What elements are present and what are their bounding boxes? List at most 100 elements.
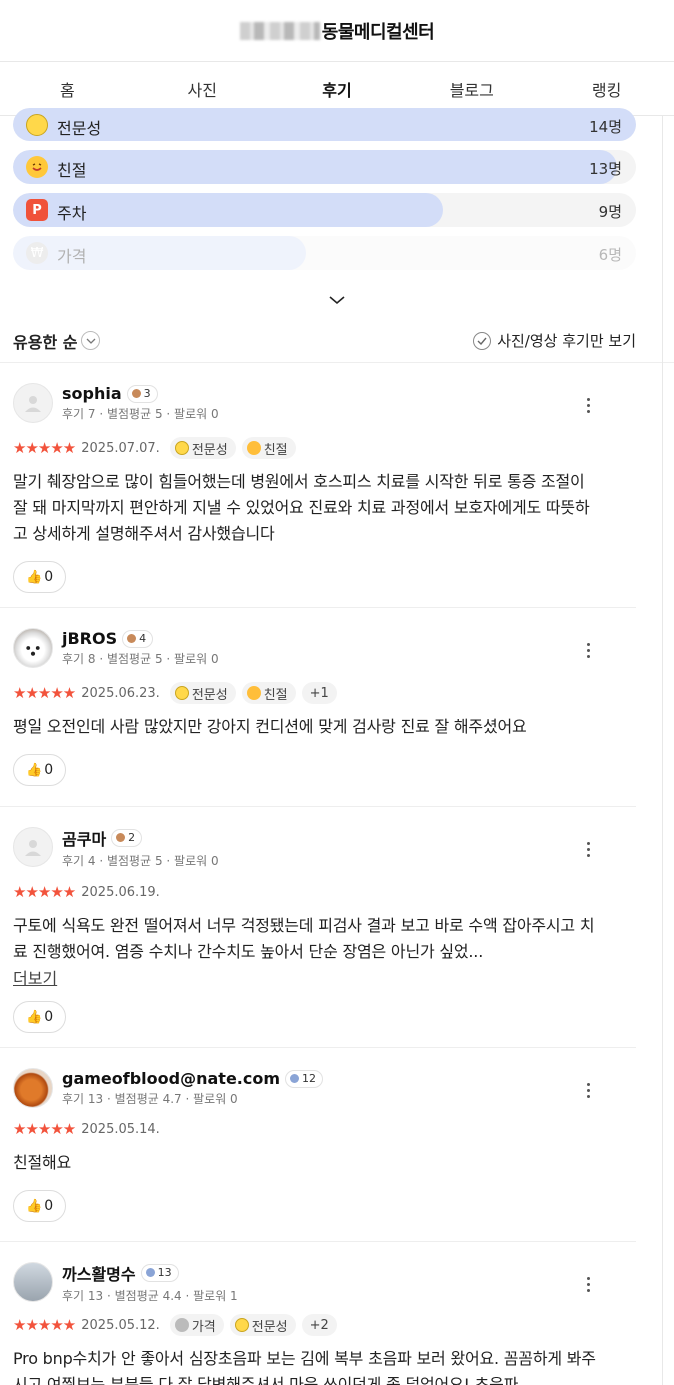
review-author[interactable]: gameofblood@nate.com 12 후기 13 · 별점평균 4.7… (13, 1068, 598, 1108)
reviewer-name[interactable]: gameofblood@nate.com (62, 1069, 280, 1088)
thumbs-up-icon: 👍 (26, 1009, 43, 1025)
review-item: gameofblood@nate.com 12 후기 13 · 별점평균 4.7… (0, 1048, 636, 1242)
keyword-count: 14명 (589, 118, 622, 136)
reviewer-level-badge: 2 (111, 828, 143, 847)
won-icon (174, 1318, 189, 1332)
reviewer-stats: 후기 7 · 별점평균 5 · 팔로워 0 (62, 407, 219, 421)
reviewer-name[interactable]: 까스활명수 (62, 1261, 136, 1285)
reviewer-name[interactable]: jBROS (62, 629, 117, 648)
reviewer-stats: 후기 13 · 별점평균 4.7 · 팔로워 0 (62, 1092, 238, 1106)
more-options-icon[interactable] (578, 1080, 598, 1100)
more-options-icon[interactable] (578, 1274, 598, 1294)
chevron-down-icon (328, 290, 346, 309)
reviewer-stats: 후기 4 · 별점평균 5 · 팔로워 0 (62, 853, 219, 868)
review-text: 평일 오전인데 사람 많았지만 강아지 컨디션에 맞게 검사랑 진료 잘 해주셨… (13, 717, 527, 736)
more-tags-badge[interactable]: +2 (301, 1314, 337, 1336)
thumbs-up-icon: 👍 (26, 762, 43, 778)
review-item: 곰쿠마 2 후기 4 · 별점평균 5 · 팔로워 0 ★★★★★ 2025.0… (0, 807, 636, 1048)
more-tags-badge[interactable]: +1 (301, 682, 337, 704)
reviewer-stats: 후기 8 · 별점평균 5 · 팔로워 0 (62, 652, 219, 666)
keyword-bar-fill (13, 150, 618, 184)
thumbs-up-icon: 👍 (26, 1198, 43, 1214)
star-rating: ★★★★★ (13, 439, 76, 457)
reviewer-level-badge: 3 (126, 384, 158, 403)
reviewer-stats: 후기 13 · 별점평균 4.4 · 팔로워 1 (62, 1288, 238, 1303)
review-author[interactable]: 곰쿠마 2 후기 4 · 별점평균 5 · 팔로워 0 (13, 826, 598, 868)
page-title: 동물메디컬센터 (321, 21, 435, 43)
keyword-label: 가격 (57, 247, 87, 266)
blurred-name-prefix (239, 21, 320, 40)
avatar[interactable] (13, 383, 53, 423)
avatar[interactable] (13, 827, 53, 867)
sort-bar: 유용한 순 사진/영상 후기만 보기 (0, 319, 674, 363)
like-button[interactable]: 👍 0 (13, 561, 67, 593)
star-rating: ★★★★★ (13, 1120, 76, 1138)
level-gem-icon (290, 1074, 300, 1083)
review-tag: 친절 (241, 437, 296, 459)
default-avatar-icon (25, 396, 41, 412)
read-more-link[interactable]: 더보기 (13, 965, 57, 989)
review-date: 2025.05.14. (81, 1121, 160, 1137)
avatar[interactable] (13, 1068, 53, 1108)
reviewer-level-badge: 12 (285, 1069, 324, 1088)
keyword-count: 6명 (598, 246, 622, 264)
check-circle-icon (473, 331, 492, 350)
content-right-border (662, 115, 663, 1385)
more-options-icon[interactable] (578, 839, 598, 859)
keyword-bar-parking[interactable]: P 주차 9명 (13, 193, 636, 227)
more-options-icon[interactable] (578, 395, 598, 415)
review-author[interactable]: 까스활명수 13 후기 13 · 별점평균 4.4 · 팔로워 1 (13, 1261, 598, 1303)
review-tag: 친절 (241, 682, 296, 704)
review-date: 2025.06.19. (81, 884, 160, 900)
star-rating: ★★★★★ (13, 883, 76, 901)
like-button[interactable]: 👍 0 (13, 754, 67, 786)
review-tag: 전문성 (169, 437, 236, 459)
avatar[interactable] (13, 1262, 53, 1302)
level-gem-icon (116, 833, 126, 842)
filter-label: 사진/영상 후기만 보기 (497, 332, 636, 350)
expand-keywords-button[interactable] (0, 279, 674, 319)
review-item: 까스활명수 13 후기 13 · 별점평균 4.4 · 팔로워 1 ★★★★★ … (0, 1242, 636, 1385)
keyword-bar-price[interactable]: ₩ 가격 6명 (13, 236, 636, 270)
keyword-bar-fill (13, 108, 636, 141)
review-tag: 전문성 (229, 1314, 296, 1336)
keyword-bar-kindness[interactable]: 친절 13명 (13, 150, 636, 184)
keyword-bar-expertise[interactable]: 전문성 14명 (13, 108, 636, 141)
like-button[interactable]: 👍 0 (13, 1001, 67, 1033)
star-rating: ★★★★★ (13, 1316, 76, 1334)
reviewer-level-badge: 13 (140, 1263, 179, 1282)
review-text: 구토에 식욕도 완전 떨어져서 너무 걱정됐는데 피검사 결과 보고 바로 수액… (13, 916, 595, 961)
avatar[interactable] (13, 628, 53, 668)
review-date: 2025.07.07. (81, 440, 160, 456)
level-gem-icon (127, 634, 137, 643)
more-options-icon[interactable] (578, 640, 598, 660)
review-text: Pro bnp수치가 안 좋아서 심장초음파 보는 김에 복부 초음파 보러 왔… (13, 1349, 596, 1385)
level-gem-icon (131, 389, 141, 398)
reviewer-name[interactable]: 곰쿠마 (62, 826, 106, 850)
review-tag: 가격 (169, 1314, 224, 1336)
review-item: sophia 3 후기 7 · 별점평균 5 · 팔로워 0 ★★★★★ 202… (0, 363, 636, 608)
page-header: 동물메디컬센터 (0, 0, 674, 62)
dog-photo-icon (26, 646, 40, 656)
reviewer-level-badge: 4 (122, 629, 154, 648)
chevron-down-icon (81, 331, 101, 350)
review-text: 친절해요 (13, 1153, 72, 1172)
star-rating: ★★★★★ (13, 684, 76, 702)
review-author[interactable]: sophia 3 후기 7 · 별점평균 5 · 팔로워 0 (13, 383, 598, 423)
thumbs-up-icon: 👍 (26, 569, 43, 585)
smile-face-icon (246, 686, 261, 700)
keyword-count: 13명 (589, 160, 622, 178)
keyword-label: 주차 (57, 204, 87, 223)
nerd-face-icon (234, 1318, 249, 1332)
review-date: 2025.05.12. (81, 1317, 160, 1333)
review-author[interactable]: jBROS 4 후기 8 · 별점평균 5 · 팔로워 0 (13, 628, 598, 668)
like-button[interactable]: 👍 0 (13, 1190, 67, 1222)
photo-video-filter-toggle[interactable]: 사진/영상 후기만 보기 (473, 330, 636, 351)
nerd-face-icon (26, 114, 48, 136)
review-tag: 전문성 (169, 682, 236, 704)
review-text: 말기 췌장암으로 많이 힘들어했는데 병원에서 호스피스 치료를 시작한 뒤로 … (13, 472, 590, 543)
sort-dropdown[interactable]: 유용한 순 (13, 329, 101, 353)
smile-face-icon (246, 441, 261, 455)
nerd-face-icon (174, 441, 189, 455)
reviewer-name[interactable]: sophia (62, 384, 122, 403)
